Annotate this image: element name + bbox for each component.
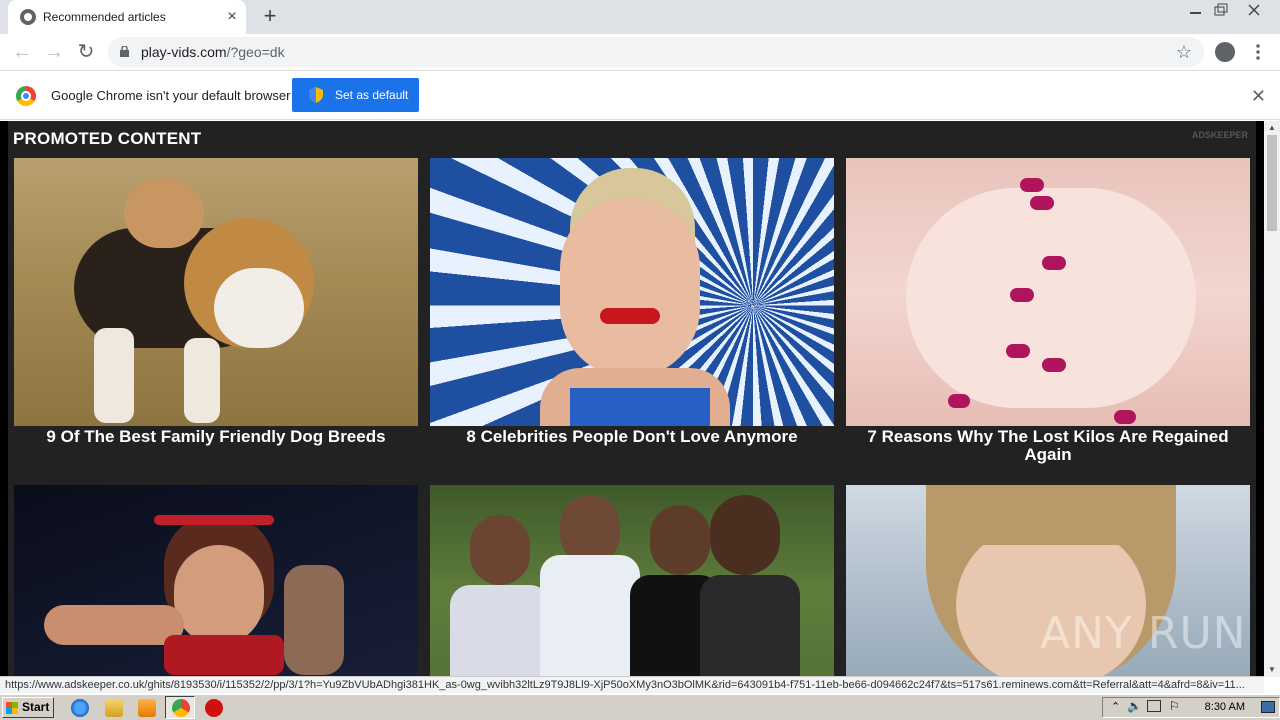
promo-title[interactable]: 9 Of The Best Family Friendly Dog Breeds: [14, 428, 418, 446]
chrome-icon: [172, 699, 190, 717]
forward-arrow-icon[interactable]: →: [42, 41, 66, 65]
start-button[interactable]: Start: [2, 697, 54, 718]
windows-logo-icon: [6, 702, 18, 714]
url-text: play-vids.com/?geo=dk: [141, 44, 285, 60]
network-icon[interactable]: [1147, 700, 1161, 712]
minimize-icon[interactable]: [1184, 2, 1208, 18]
tab-title: Recommended articles: [43, 10, 166, 24]
bookmark-star-icon[interactable]: ☆: [1176, 42, 1192, 63]
more-menu-icon[interactable]: [1250, 42, 1266, 62]
chrome-taskbar-button[interactable]: [165, 696, 195, 719]
system-tray: ⌃ 🔈 ⚐ 8:30 AM: [1102, 697, 1280, 718]
back-arrow-icon[interactable]: ←: [10, 41, 34, 65]
chrome-logo-icon: [16, 86, 36, 106]
scroll-thumb[interactable]: [1267, 135, 1277, 231]
promo-card-hands[interactable]: 7 Reasons Why The Lost Kilos Are Regaine…: [846, 158, 1250, 464]
adskeeper-logo[interactable]: ADSKEEPER: [1192, 130, 1248, 140]
promo-title[interactable]: 7 Reasons Why The Lost Kilos Are Regaine…: [846, 428, 1250, 464]
folder-icon[interactable]: [105, 699, 123, 717]
new-tab-button[interactable]: +: [258, 5, 282, 29]
promo-title[interactable]: 8 Celebrities People Don't Love Anymore: [430, 428, 834, 446]
show-desktop-icon[interactable]: [1261, 701, 1275, 713]
celebrity-photo[interactable]: [430, 158, 834, 426]
set-as-default-button[interactable]: Set as default: [292, 78, 419, 112]
family-photo[interactable]: [430, 485, 834, 677]
tab-recommended-articles[interactable]: Recommended articles ×: [8, 0, 246, 34]
tray-expand-icon[interactable]: ⌃: [1111, 700, 1120, 713]
dog-photo[interactable]: [14, 158, 418, 426]
address-bar[interactable]: play-vids.com/?geo=dk ☆: [108, 37, 1204, 67]
reload-icon[interactable]: ↻: [74, 41, 98, 65]
clock[interactable]: 8:30 AM: [1205, 701, 1245, 713]
promoted-content-widget: PROMOTED CONTENT ADSKEEPER 9 Of The Best…: [8, 121, 1256, 677]
promo-card-dog[interactable]: 9 Of The Best Family Friendly Dog Breeds: [14, 158, 418, 446]
default-browser-infobar: Google Chrome isn't your default browser…: [0, 72, 1280, 120]
promo-card-celebrity[interactable]: 8 Celebrities People Don't Love Anymore: [430, 158, 834, 446]
set-as-default-label: Set as default: [335, 88, 409, 102]
infobar-close-icon[interactable]: ✕: [1251, 86, 1266, 107]
restore-icon[interactable]: [1209, 2, 1233, 18]
media-player-icon[interactable]: [138, 699, 156, 717]
toolbar: ← → ↻ play-vids.com/?geo=dk ☆: [0, 34, 1280, 71]
uac-shield-icon: [309, 87, 323, 103]
tab-close-icon[interactable]: ×: [224, 9, 240, 25]
girl-boxing-photo[interactable]: [14, 485, 418, 677]
close-window-icon[interactable]: [1242, 2, 1266, 18]
volume-icon[interactable]: 🔈: [1127, 699, 1142, 713]
start-label: Start: [22, 700, 50, 714]
lock-icon: [120, 46, 129, 57]
promoted-content-heading: PROMOTED CONTENT: [13, 129, 202, 148]
profile-avatar-icon[interactable]: [1215, 42, 1235, 62]
vertical-scrollbar[interactable]: ▲ ▼: [1264, 121, 1280, 677]
page-viewport: PROMOTED CONTENT ADSKEEPER 9 Of The Best…: [0, 121, 1264, 677]
globe-icon: [20, 9, 36, 25]
infobar-message: Google Chrome isn't your default browser: [51, 88, 291, 103]
status-bubble-url: https://www.adskeeper.co.uk/ghits/819353…: [0, 676, 1264, 693]
action-center-flag-icon[interactable]: ⚐: [1169, 699, 1180, 713]
scroll-up-icon[interactable]: ▲: [1267, 123, 1277, 133]
promo-card-family[interactable]: [430, 485, 834, 677]
anyrun-watermark: ANY RUN: [1040, 608, 1247, 659]
hands-photo[interactable]: [846, 158, 1250, 426]
windows-taskbar: Start ⌃ 🔈 ⚐ 8:30 AM: [0, 694, 1280, 720]
scroll-down-icon[interactable]: ▼: [1267, 665, 1277, 675]
promo-card-girl[interactable]: [14, 485, 418, 677]
opera-icon[interactable]: [205, 699, 223, 717]
internet-explorer-icon[interactable]: [71, 699, 89, 717]
tab-strip: Recommended articles × +: [0, 0, 1280, 34]
